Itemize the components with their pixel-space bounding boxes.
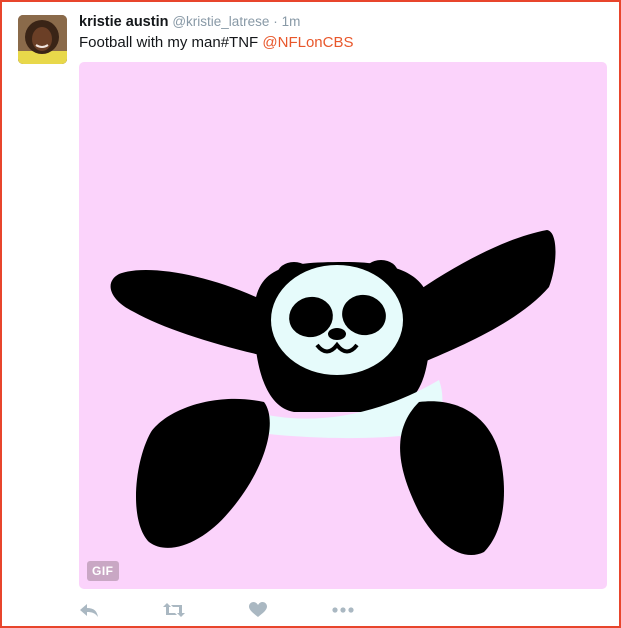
tweet-card: kristie austin @kristie_latrese · 1m Foo…: [0, 0, 621, 628]
timestamp[interactable]: 1m: [282, 14, 301, 29]
separator: ·: [273, 14, 278, 29]
mention-link[interactable]: @NFLonCBS: [262, 34, 353, 51]
tweet-header: kristie austin @kristie_latrese · 1m: [79, 13, 300, 30]
avatar[interactable]: [18, 15, 67, 64]
gif-media[interactable]: GIF: [79, 62, 607, 589]
tweet-body: Football with my man#TNF: [79, 34, 259, 51]
gif-badge: GIF: [87, 561, 119, 581]
user-handle[interactable]: @kristie_latrese: [172, 14, 269, 29]
heart-icon: [249, 602, 267, 617]
reply-icon: [80, 604, 98, 617]
tweet-text: Football with my man#TNF @NFLonCBS: [79, 34, 353, 51]
retweet-icon: [163, 603, 185, 617]
more-button[interactable]: [332, 599, 354, 621]
display-name[interactable]: kristie austin: [79, 14, 168, 30]
more-icon: [332, 607, 354, 613]
like-button[interactable]: [249, 599, 267, 621]
retweet-button[interactable]: [163, 599, 185, 621]
reply-button[interactable]: [79, 599, 99, 621]
tweet-actions: [79, 599, 379, 621]
panda-illustration: [110, 230, 556, 556]
